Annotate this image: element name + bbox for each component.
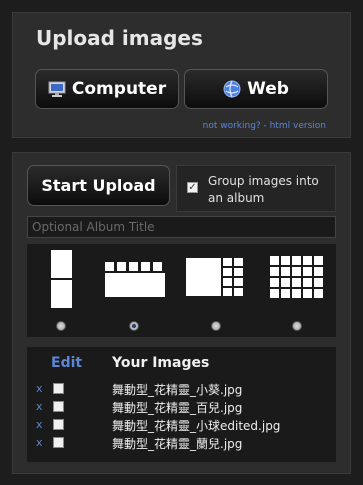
grid-cell	[281, 278, 290, 287]
grid-cell	[270, 278, 279, 287]
grid-cell	[314, 256, 323, 265]
upload-controls-panel: Start Upload ✓ Group images into an albu…	[12, 152, 351, 474]
image-select-checkbox[interactable]	[53, 437, 64, 448]
upload-source-panel: Upload images Computer Web not working? …	[12, 12, 351, 138]
image-row: x 舞動型_花精靈_小葵.jpg	[27, 380, 336, 398]
image-select-checkbox[interactable]	[53, 383, 64, 394]
layout-radio-grid[interactable]	[292, 321, 302, 331]
grid-cell	[270, 267, 279, 276]
image-list-panel: Edit Your Images x 舞動型_花精靈_小葵.jpg x 舞動型_…	[27, 347, 336, 462]
layout-option-large-with-grid[interactable]	[182, 244, 252, 337]
grid-cell	[292, 267, 301, 276]
grid-cell	[303, 278, 312, 287]
layout-large-with-grid-icon	[182, 250, 252, 308]
grid-cell	[270, 256, 279, 265]
start-upload-button[interactable]: Start Upload	[27, 165, 170, 206]
grid-cell	[270, 289, 279, 298]
image-select-checkbox[interactable]	[53, 401, 64, 412]
image-filename: 舞動型_花精靈_蘭兒.jpg	[112, 437, 243, 451]
grid-cell	[292, 289, 301, 298]
remove-image-button[interactable]: x	[36, 436, 43, 449]
html-version-link[interactable]: not working? - html version	[203, 121, 326, 131]
your-images-heading: Your Images	[112, 355, 210, 371]
grid-cell	[292, 256, 301, 265]
grid-cell	[314, 278, 323, 287]
image-row: x 舞動型_花精靈_蘭兒.jpg	[27, 434, 336, 452]
computer-button-label: Computer	[71, 79, 167, 99]
grid-cell	[281, 267, 290, 276]
remove-image-button[interactable]: x	[36, 382, 43, 395]
layout-radio-large-with-grid[interactable]	[211, 321, 221, 331]
remove-image-button[interactable]: x	[36, 418, 43, 431]
grid-cell	[281, 256, 290, 265]
image-filename: 舞動型_花精靈_小球edited.jpg	[112, 419, 281, 433]
panel-title: Upload images	[36, 26, 203, 50]
grid-cell	[314, 267, 323, 276]
edit-link[interactable]: Edit	[51, 355, 82, 371]
album-title-input[interactable]	[27, 216, 336, 238]
computer-upload-button[interactable]: Computer	[35, 69, 179, 109]
web-upload-button[interactable]: Web	[184, 69, 328, 109]
grid-cell	[314, 289, 323, 298]
remove-image-button[interactable]: x	[36, 400, 43, 413]
grid-cell	[292, 278, 301, 287]
layout-radio-wide-strip[interactable]	[129, 321, 139, 331]
web-button-label: Web	[247, 79, 289, 99]
layout-radio-single-column[interactable]	[56, 321, 66, 331]
globe-icon	[223, 80, 241, 98]
image-filename: 舞動型_花精靈_百兒.jpg	[112, 401, 243, 415]
grid-cell	[303, 289, 312, 298]
group-album-label: Group images into an album	[208, 174, 319, 205]
layout-grid-icon	[263, 250, 333, 308]
layout-option-grid[interactable]	[263, 244, 333, 337]
layout-single-column-icon	[27, 250, 97, 308]
image-row: x 舞動型_花精靈_百兒.jpg	[27, 398, 336, 416]
group-album-option: ✓ Group images into an album	[176, 165, 336, 212]
layout-option-wide-strip[interactable]	[100, 244, 170, 337]
image-filename: 舞動型_花精靈_小葵.jpg	[112, 383, 243, 397]
image-row: x 舞動型_花精靈_小球edited.jpg	[27, 416, 336, 434]
layout-option-single-column[interactable]	[27, 244, 97, 337]
grid-cell	[281, 289, 290, 298]
image-select-checkbox[interactable]	[53, 419, 64, 430]
grid-cell	[303, 267, 312, 276]
monitor-icon	[48, 81, 66, 97]
group-album-checkbox[interactable]: ✓	[187, 182, 198, 193]
layout-selector	[27, 244, 336, 337]
layout-wide-strip-icon	[100, 250, 170, 308]
grid-cell	[303, 256, 312, 265]
